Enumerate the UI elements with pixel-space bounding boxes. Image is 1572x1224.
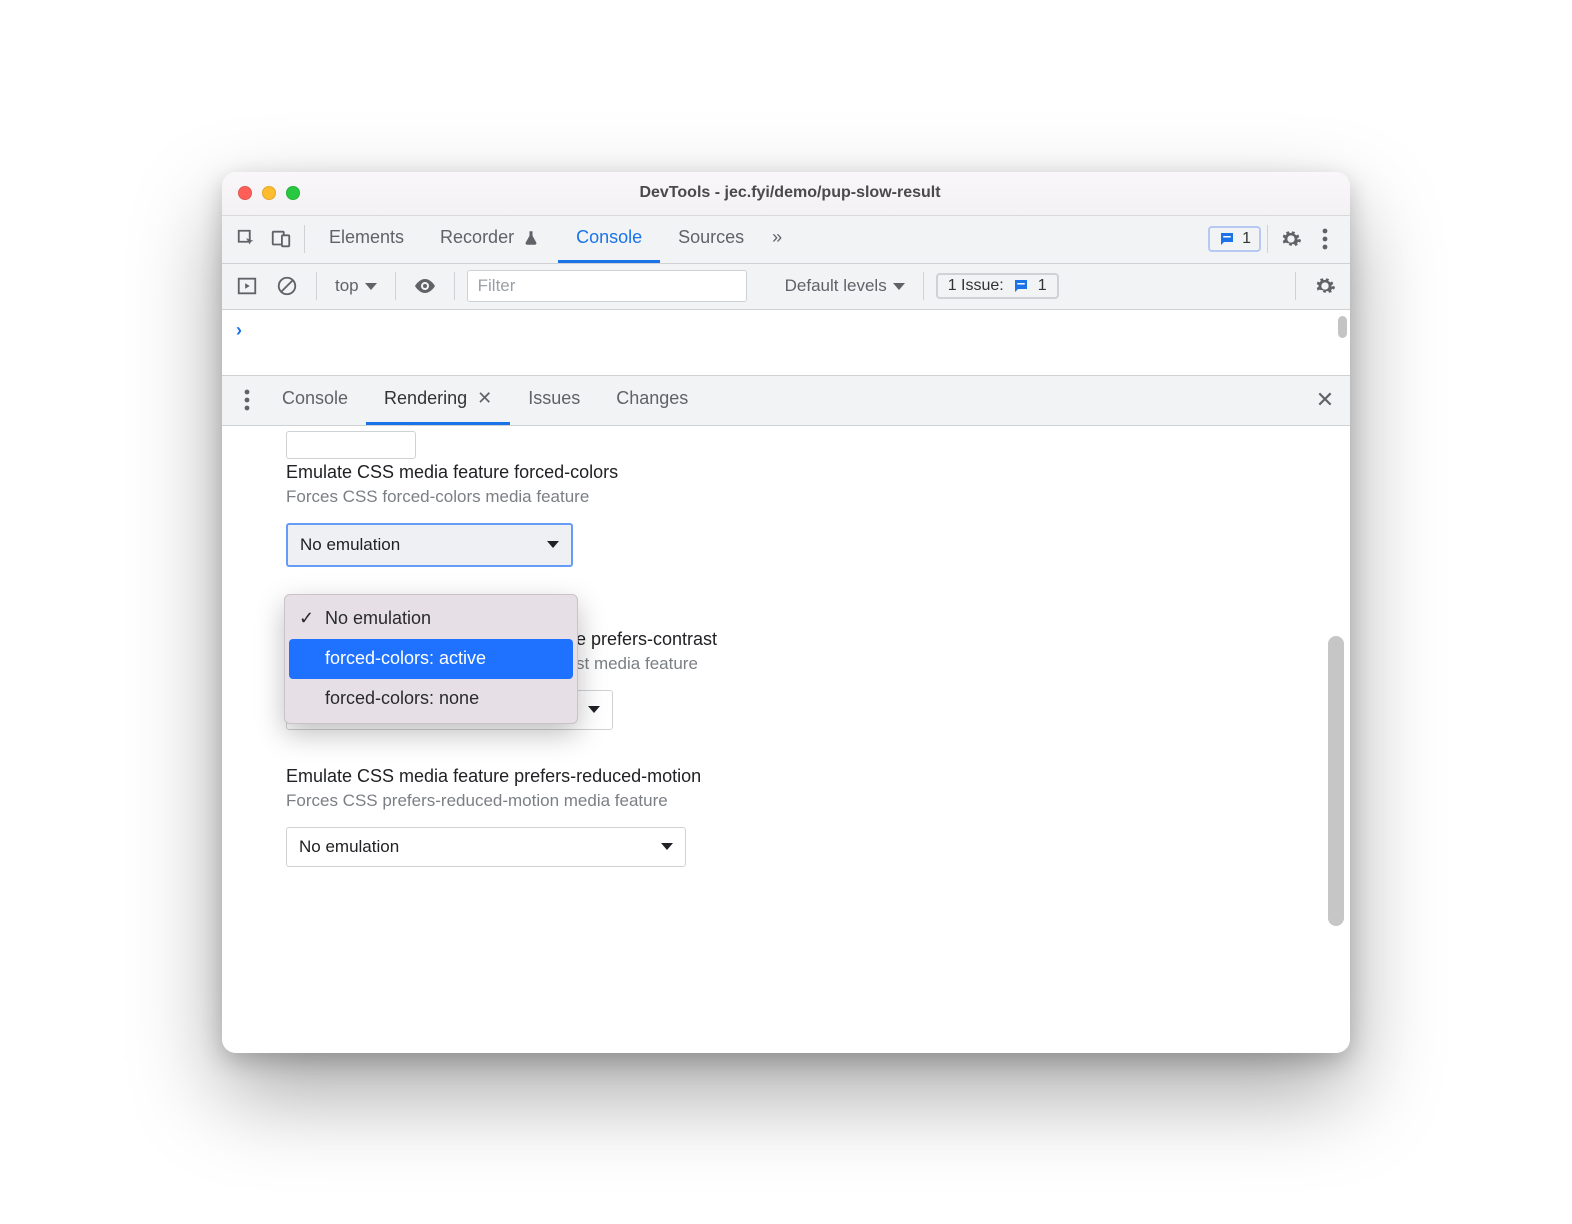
zoom-window-button[interactable]	[286, 186, 300, 200]
context-select[interactable]: top	[329, 272, 383, 300]
separator	[923, 272, 924, 300]
setting-prefers-reduced-motion: Emulate CSS media feature prefers-reduce…	[286, 766, 1286, 867]
toggle-sidebar-button[interactable]	[230, 269, 264, 303]
traffic-lights	[238, 186, 300, 200]
close-icon[interactable]: ✕	[477, 388, 492, 409]
close-window-button[interactable]	[238, 186, 252, 200]
drawer-tab-label: Rendering	[384, 388, 467, 409]
tab-label: Recorder	[440, 227, 514, 248]
tab-label: »	[772, 227, 782, 248]
console-toolbar: top Default levels 1 Issue: 1	[222, 264, 1350, 310]
tab-elements[interactable]: Elements	[311, 216, 422, 263]
chat-icon	[1218, 230, 1236, 248]
sidebar-toggle-icon	[236, 275, 258, 297]
scrollbar-thumb[interactable]	[1338, 316, 1347, 338]
setting-title: Emulate CSS media feature forced-colors	[286, 462, 1286, 483]
check-icon: ✓	[299, 608, 315, 629]
issues-label: 1 Issue:	[948, 277, 1004, 295]
chevron-down-icon	[365, 283, 377, 290]
rendering-pane: Emulate CSS media feature forced-colors …	[222, 426, 1350, 1053]
forced-colors-select[interactable]: No emulation	[286, 523, 573, 567]
context-value: top	[335, 276, 359, 296]
separator	[395, 272, 396, 300]
gear-icon	[1280, 228, 1302, 250]
drawer-tab-console[interactable]: Console	[264, 376, 366, 425]
main-tab-bar: Elements Recorder Console Sources » 1	[222, 216, 1350, 264]
separator	[454, 272, 455, 300]
inspect-icon	[236, 228, 258, 250]
drawer-more-button[interactable]	[230, 383, 264, 417]
chevron-down-icon	[661, 843, 673, 850]
setting-forced-colors: Emulate CSS media feature forced-colors …	[286, 462, 1286, 567]
tab-sources[interactable]: Sources	[660, 216, 762, 263]
separator	[304, 225, 305, 253]
window-title: DevTools - jec.fyi/demo/pup-slow-result	[300, 184, 1280, 202]
console-input-area[interactable]: ›	[222, 310, 1350, 376]
minimize-window-button[interactable]	[262, 186, 276, 200]
option-forced-colors-none[interactable]: forced-colors: none	[289, 679, 573, 719]
chevron-down-icon	[588, 706, 600, 713]
log-levels-select[interactable]: Default levels	[779, 272, 911, 300]
option-label: No emulation	[325, 608, 431, 629]
device-toggle-button[interactable]	[264, 222, 298, 256]
select-value: No emulation	[299, 837, 399, 857]
devtools-window: DevTools - jec.fyi/demo/pup-slow-result …	[222, 172, 1350, 1053]
levels-value: Default levels	[785, 276, 887, 296]
setting-desc: Forces CSS forced-colors media feature	[286, 487, 1286, 507]
drawer-tab-label: Changes	[616, 388, 688, 409]
chat-icon	[1012, 277, 1030, 295]
setting-title: Emulate CSS media feature prefers-reduce…	[286, 766, 1286, 787]
title-bar: DevTools - jec.fyi/demo/pup-slow-result	[222, 172, 1350, 216]
flask-icon	[522, 229, 540, 247]
forced-colors-options-popup: ✓ No emulation forced-colors: active for…	[284, 594, 578, 724]
issues-counter[interactable]: 1 Issue: 1	[936, 273, 1059, 299]
prefers-reduced-motion-select[interactable]: No emulation	[286, 827, 686, 867]
option-no-emulation[interactable]: ✓ No emulation	[289, 599, 573, 639]
clear-console-button[interactable]	[270, 269, 304, 303]
rendering-pane-body: Emulate CSS media feature forced-colors …	[222, 426, 1350, 1053]
tab-recorder[interactable]: Recorder	[422, 216, 558, 263]
separator	[1267, 225, 1268, 253]
kebab-icon	[1322, 228, 1328, 250]
close-drawer-button[interactable]: ✕	[1308, 383, 1342, 417]
tab-more[interactable]: »	[762, 216, 792, 263]
close-icon: ✕	[1316, 387, 1334, 413]
setting-desc: Forces CSS prefers-reduced-motion media …	[286, 791, 1286, 811]
drawer-tab-label: Console	[282, 388, 348, 409]
issues-count: 1	[1038, 277, 1047, 295]
chevron-down-icon	[893, 283, 905, 290]
issues-badge[interactable]: 1	[1208, 226, 1261, 252]
main-tabs: Elements Recorder Console Sources »	[311, 216, 792, 263]
gear-icon	[1314, 275, 1336, 297]
drawer-tab-bar: Console Rendering ✕ Issues Changes ✕	[222, 376, 1350, 426]
eye-icon	[413, 274, 437, 298]
console-prompt-icon: ›	[236, 320, 242, 341]
live-expression-button[interactable]	[408, 269, 442, 303]
drawer-tab-issues[interactable]: Issues	[510, 376, 598, 425]
tab-label: Elements	[329, 227, 404, 248]
option-label: forced-colors: active	[325, 648, 486, 669]
tab-label: Sources	[678, 227, 744, 248]
drawer-tab-changes[interactable]: Changes	[598, 376, 706, 425]
inspect-element-button[interactable]	[230, 222, 264, 256]
chevron-down-icon	[547, 541, 559, 548]
clear-icon	[276, 275, 298, 297]
option-forced-colors-active[interactable]: forced-colors: active	[289, 639, 573, 679]
separator	[1295, 272, 1296, 300]
scrollbar-thumb[interactable]	[1328, 636, 1344, 926]
console-settings-button[interactable]	[1308, 269, 1342, 303]
tab-label: Console	[576, 227, 642, 248]
settings-button[interactable]	[1274, 222, 1308, 256]
drawer-tab-rendering[interactable]: Rendering ✕	[366, 376, 510, 425]
tab-console[interactable]: Console	[558, 216, 660, 263]
drawer-tab-label: Issues	[528, 388, 580, 409]
select-value: No emulation	[300, 535, 400, 555]
badge-count: 1	[1242, 230, 1251, 248]
kebab-icon	[244, 389, 250, 411]
filter-input[interactable]	[467, 270, 747, 302]
more-menu-button[interactable]	[1308, 222, 1342, 256]
option-label: forced-colors: none	[325, 688, 479, 709]
separator	[316, 272, 317, 300]
device-icon	[270, 228, 292, 250]
